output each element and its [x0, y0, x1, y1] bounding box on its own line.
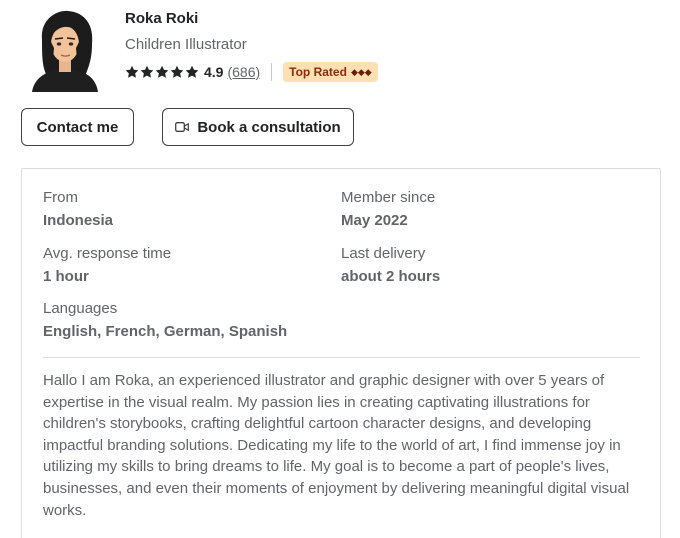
member-since-value: May 2022	[341, 212, 408, 229]
last-delivery-value: about 2 hours	[341, 268, 441, 285]
top-rated-badge: Top Rated ◆◆◆	[283, 62, 378, 82]
info-member-since: Member since May 2022	[341, 189, 435, 230]
info-languages: Languages English, French, German, Spani…	[43, 300, 287, 341]
reviews-count-link[interactable]: (686)	[227, 64, 260, 80]
star-icon	[170, 65, 184, 79]
seller-name[interactable]: Roka Roki	[125, 10, 198, 27]
info-from: From Indonesia	[43, 189, 113, 230]
languages-value: English, French, German, Spanish	[43, 323, 288, 340]
contact-me-button[interactable]: Contact me	[21, 108, 134, 146]
book-consultation-button[interactable]: Book a consultation	[162, 108, 354, 146]
divider	[271, 63, 273, 81]
star-icon	[125, 65, 139, 79]
rating-stars	[125, 65, 199, 79]
response-time-value: 1 hour	[43, 268, 89, 285]
badge-label: Top Rated	[289, 65, 347, 79]
star-icon	[140, 65, 154, 79]
from-label: From	[43, 189, 78, 206]
languages-label: Languages	[43, 300, 118, 317]
info-last-delivery: Last delivery about 2 hours	[341, 245, 440, 286]
seller-title: Children Illustrator	[125, 36, 247, 53]
rating-row: 4.9 (686) Top Rated ◆◆◆	[125, 62, 378, 82]
contact-me-label: Contact me	[36, 118, 119, 136]
member-since-label: Member since	[341, 189, 436, 206]
seller-info-card: From Indonesia Member since May 2022 Avg…	[21, 168, 661, 538]
last-delivery-label: Last delivery	[341, 245, 426, 262]
book-consultation-label: Book a consultation	[197, 118, 341, 136]
seller-description: Hallo I am Roka, an experienced illustra…	[43, 372, 630, 519]
star-icon	[155, 65, 169, 79]
info-response-time: Avg. response time 1 hour	[43, 245, 171, 286]
from-value: Indonesia	[43, 212, 114, 229]
video-camera-icon	[175, 122, 190, 132]
response-time-label: Avg. response time	[43, 245, 172, 262]
seller-avatar[interactable]	[30, 8, 100, 92]
diamond-icon: ◆◆◆	[350, 66, 372, 77]
rating-score: 4.9	[204, 64, 224, 80]
star-icon	[185, 65, 199, 79]
section-divider	[43, 357, 640, 358]
